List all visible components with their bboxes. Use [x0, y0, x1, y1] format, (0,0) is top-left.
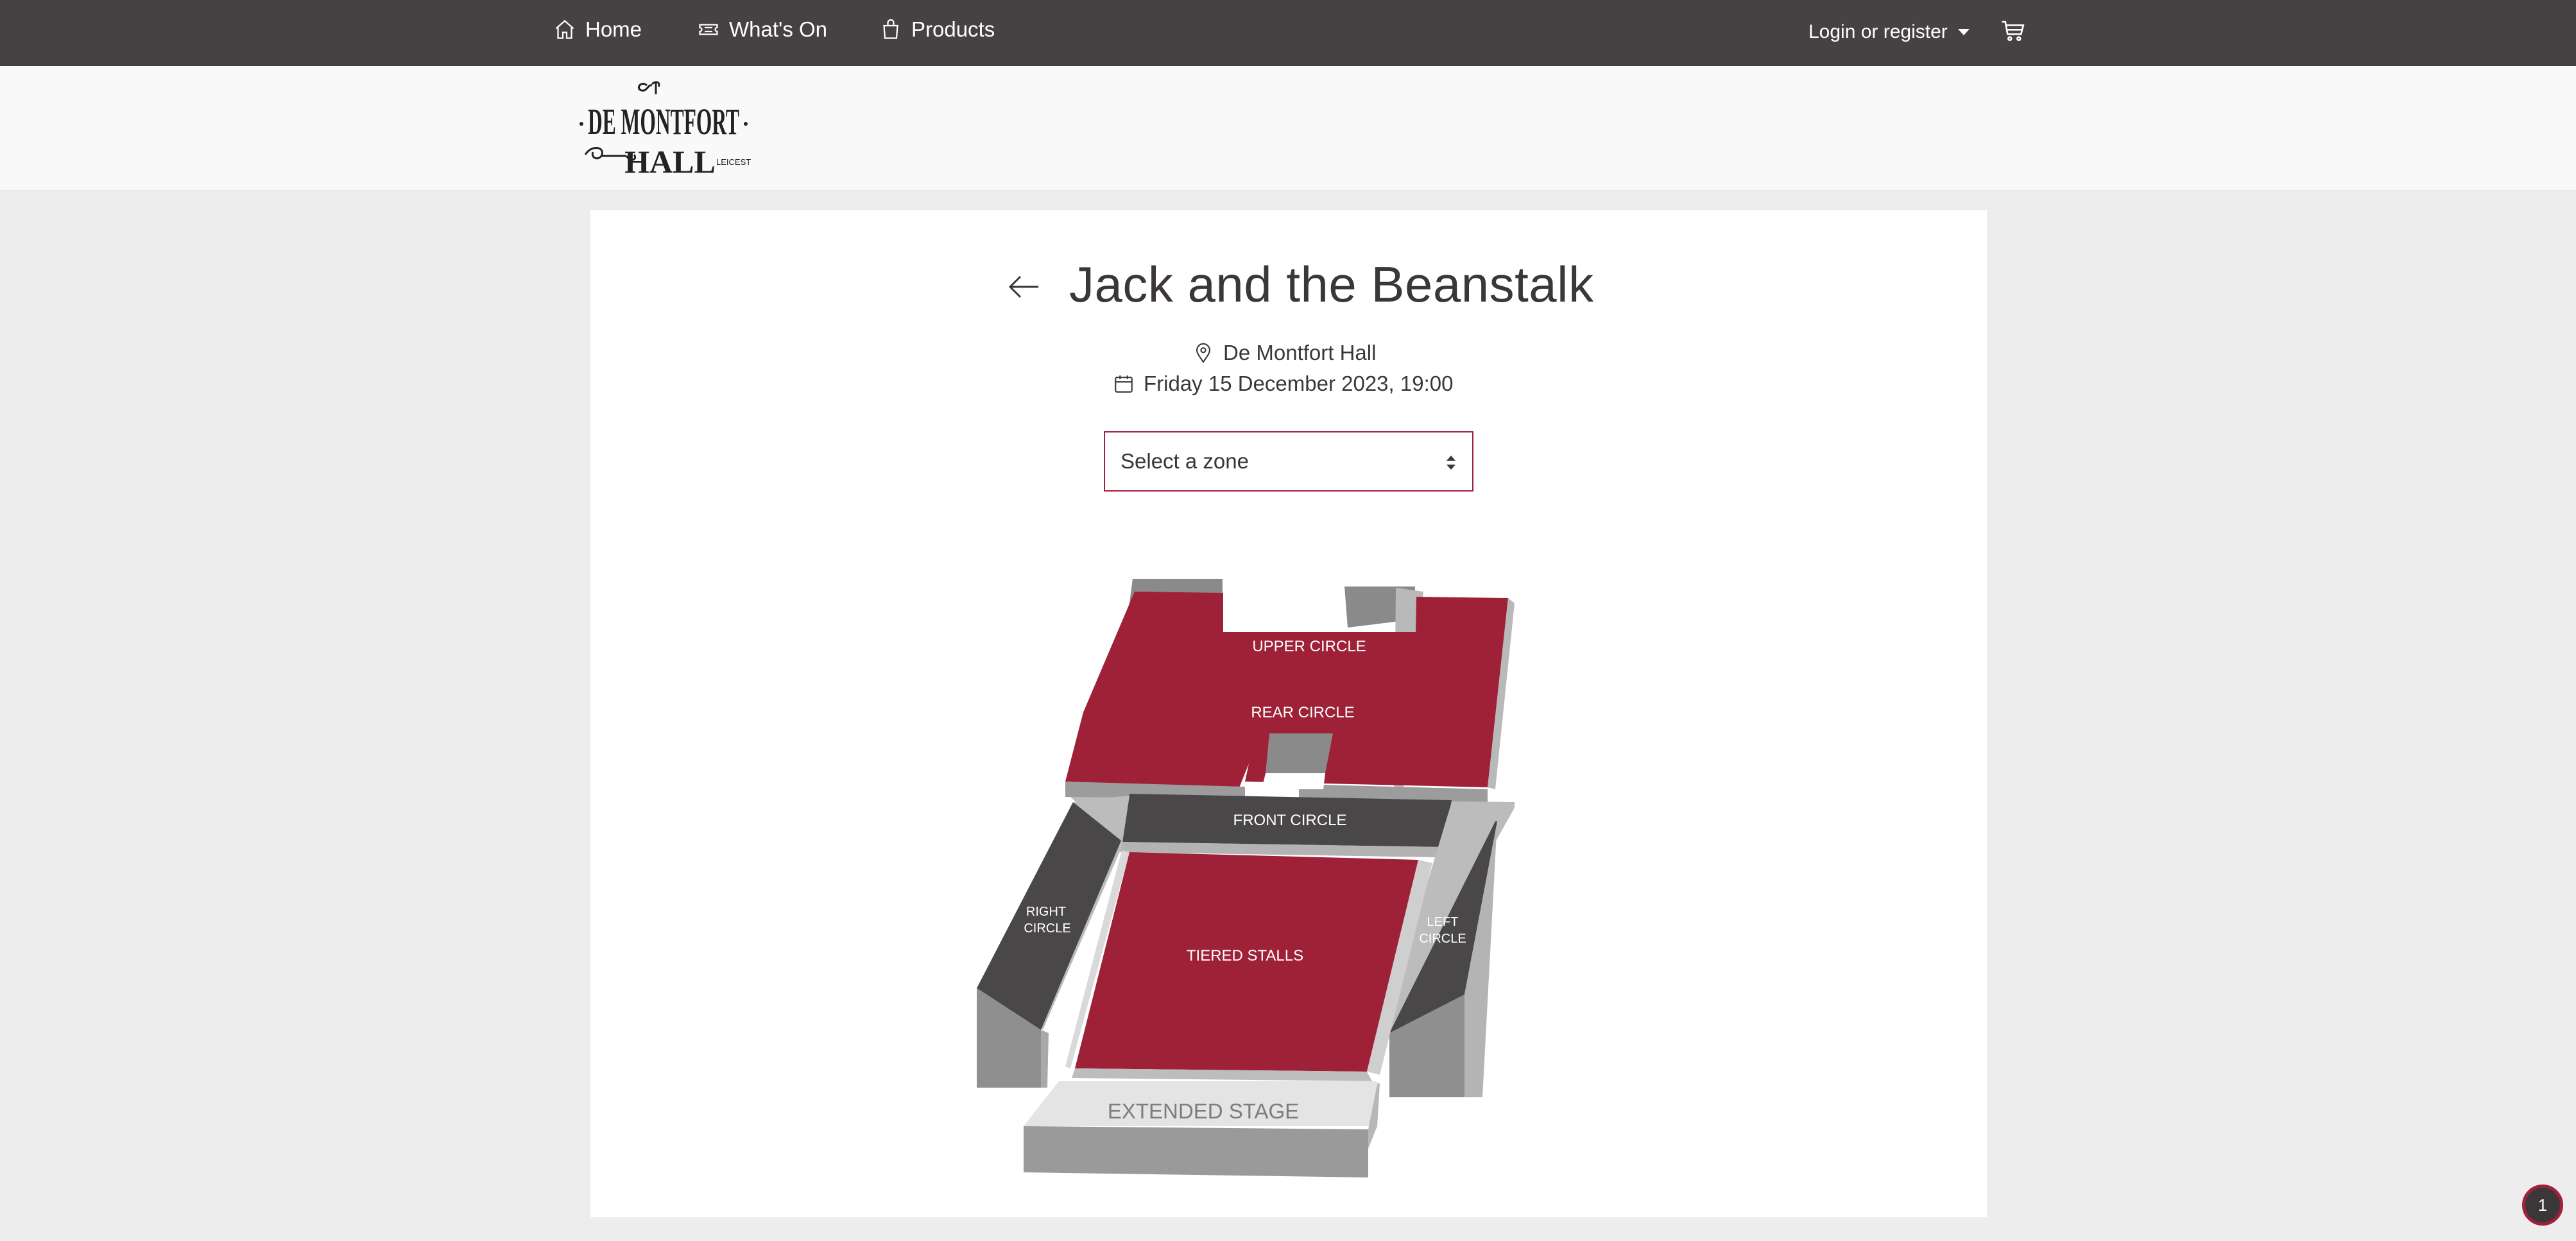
- notification-count: 1: [2537, 1195, 2548, 1215]
- event-venue-text: De Montfort Hall: [1223, 341, 1377, 364]
- nav-whats-on-label: What's On: [729, 17, 828, 41]
- event-date-text: Friday 15 December 2023, 19:00: [1144, 372, 1454, 395]
- notification-badge[interactable]: 1: [2522, 1185, 2563, 1226]
- logo-line2: HALL: [624, 144, 716, 178]
- zone-rear-circle[interactable]: [1262, 733, 1333, 789]
- login-register-dropdown[interactable]: Login or register: [1808, 17, 1970, 47]
- zone-select-value: Select a zone: [1121, 449, 1249, 473]
- top-navigation: Home What's On Products Login or registe…: [0, 0, 2576, 66]
- back-arrow-icon[interactable]: [1005, 268, 1042, 305]
- nav-home-link[interactable]: Home: [553, 14, 642, 45]
- home-icon: [555, 19, 574, 39]
- map-pin-icon: [1196, 343, 1210, 364]
- nav-products-label: Products: [911, 17, 995, 41]
- shopping-bag-icon: [883, 19, 898, 39]
- zone-select[interactable]: Select a zone: [1104, 431, 1473, 492]
- ticket-icon: [699, 24, 718, 35]
- cart-button[interactable]: [2000, 15, 2027, 46]
- login-register-label: Login or register: [1808, 21, 1948, 42]
- zone-label-left-circle-2: CIRCLE: [1419, 932, 1466, 946]
- zone-label-front-circle: FRONT CIRCLE: [1233, 812, 1347, 829]
- event-venue: De Montfort Hall: [1192, 341, 1376, 365]
- seating-plan: UPPER CIRCLE REAR CIRCLE FRONT CIRCLE RI…: [977, 579, 1515, 1177]
- zone-label-extended-stage: EXTENDED STAGE: [1108, 1099, 1299, 1123]
- calendar-icon: [1115, 375, 1133, 393]
- nav-home-label: Home: [585, 17, 642, 41]
- zone-label-right-circle-1: RIGHT: [1026, 905, 1066, 919]
- event-title: Jack and the Beanstalk: [1069, 256, 1594, 312]
- zone-label-left-circle-1: LEFT: [1427, 915, 1459, 929]
- nav-whats-on-link[interactable]: What's On: [697, 14, 827, 45]
- event-date: Friday 15 December 2023, 19:00: [1113, 372, 1453, 396]
- logo-line1: DE MONTFORT: [588, 101, 739, 142]
- zone-extended-stage[interactable]: [1024, 1081, 1380, 1177]
- de-montfort-hall-logo[interactable]: DE MONTFORT HALL LEICESTER: [576, 78, 751, 178]
- zone-tiered-stalls[interactable]: [1065, 850, 1432, 1081]
- cart-icon: [2002, 21, 2025, 42]
- zone-label-tiered-stalls: TIERED STALLS: [1187, 947, 1303, 964]
- caret-down-icon: [1957, 29, 1970, 35]
- zone-label-right-circle-2: CIRCLE: [1024, 921, 1070, 936]
- logo-city: LEICESTER: [716, 157, 751, 167]
- header-band: DE MONTFORT HALL LEICESTER: [0, 66, 2576, 191]
- nav-products-link[interactable]: Products: [879, 14, 995, 45]
- zone-label-rear-circle: REAR CIRCLE: [1251, 704, 1354, 721]
- select-arrows-icon: [1447, 456, 1455, 470]
- zone-label-upper-circle: UPPER CIRCLE: [1252, 638, 1366, 655]
